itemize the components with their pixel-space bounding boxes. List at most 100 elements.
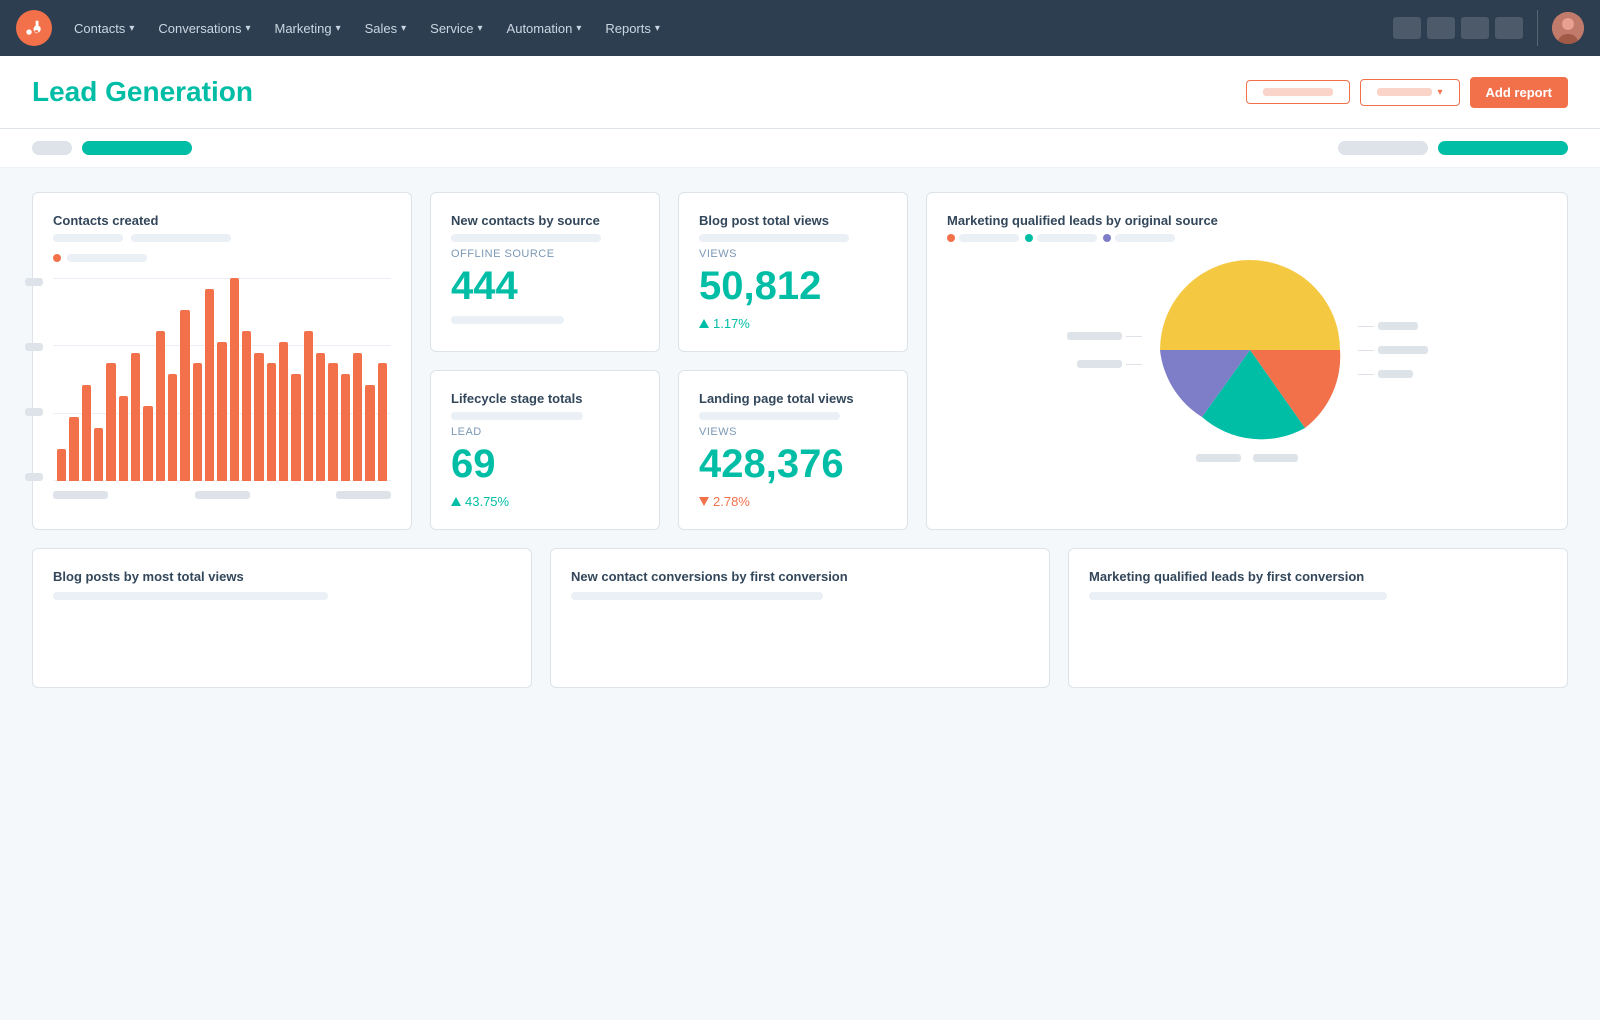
bar-15 [242, 331, 251, 481]
bar-26 [378, 363, 387, 481]
new-contacts-title: New contacts by source [451, 213, 639, 228]
bar-5 [119, 396, 128, 481]
trend-up-icon [451, 497, 461, 506]
bottom-card-conversions: New contact conversions by first convers… [550, 548, 1050, 688]
contacts-created-title: Contacts created [53, 213, 391, 228]
nav-icon-2[interactable] [1427, 17, 1455, 39]
pie-legend-item-3 [1103, 234, 1175, 242]
avatar[interactable] [1552, 12, 1584, 44]
blog-post-metric-label: VIEWS [699, 248, 887, 260]
x-labels [53, 491, 391, 499]
pie-legend-bar-2 [1037, 234, 1097, 242]
bar-20 [304, 331, 313, 481]
filter-right [1338, 141, 1568, 155]
new-contacts-metric-label: OFFLINE SOURCE [451, 248, 639, 260]
lifecycle-card: Lifecycle stage totals LEAD 69 43.75% [430, 370, 660, 530]
contacts-created-card: Contacts created [32, 192, 412, 530]
blog-post-change: 1.17% [699, 316, 887, 331]
pie-right-label-3 [1358, 370, 1413, 378]
legend-dot [53, 254, 61, 262]
skeleton-bar [571, 592, 823, 600]
bar-19 [291, 374, 300, 481]
bar-6 [131, 353, 140, 481]
navbar-divider [1537, 10, 1538, 46]
new-contacts-card: New contacts by source OFFLINE SOURCE 44… [430, 192, 660, 352]
bar-24 [353, 353, 362, 481]
bar-23 [341, 374, 350, 481]
legend-bar-3 [67, 254, 147, 262]
bar-17 [267, 363, 276, 481]
filter-bar [0, 129, 1600, 168]
blog-post-card: Blog post total views VIEWS 50,812 1.17% [678, 192, 908, 352]
x-label [336, 491, 391, 499]
skeleton-bar [451, 234, 601, 242]
pie-legend-item-2 [1025, 234, 1097, 242]
nav-marketing[interactable]: Marketing ▾ [264, 13, 350, 44]
y-label [25, 408, 43, 416]
nav-icon-3[interactable] [1461, 17, 1489, 39]
filter-pill-gray-2 [1338, 141, 1428, 155]
bottom-card-mql-conversion: Marketing qualified leads by first conve… [1068, 548, 1568, 688]
pie-dot-2 [1025, 234, 1033, 242]
pie-legend-bar-1 [959, 234, 1019, 242]
filter-pill-teal-1[interactable] [82, 141, 192, 155]
skeleton-bar-2 [451, 316, 564, 324]
skeleton-bar [699, 234, 849, 242]
bar-18 [279, 342, 288, 481]
nav-conversations[interactable]: Conversations ▾ [148, 13, 260, 44]
lifecycle-title: Lifecycle stage totals [451, 391, 639, 406]
nav-contacts[interactable]: Contacts ▾ [64, 13, 144, 44]
filter-pill-teal-2[interactable] [1438, 141, 1568, 155]
bottom-cards-grid: Blog posts by most total views New conta… [32, 548, 1568, 688]
skeleton-bar [53, 592, 328, 600]
blog-post-metric-value: 50,812 [699, 264, 887, 308]
chevron-down-icon: ▾ [655, 23, 660, 34]
y-labels [25, 278, 43, 481]
chevron-down-icon: ▾ [1438, 87, 1443, 98]
bottom-card-blog-posts: Blog posts by most total views [32, 548, 532, 688]
legend-bar-2 [131, 234, 231, 242]
skeleton-bar [1089, 592, 1387, 600]
nav-items: Contacts ▾ Conversations ▾ Marketing ▾ S… [64, 13, 1393, 44]
pie-labels-right [1358, 322, 1428, 378]
filter-button-1[interactable] [1246, 80, 1350, 104]
bottom-card-title-1: Blog posts by most total views [53, 569, 511, 584]
bar-12 [205, 289, 214, 481]
landing-page-change: 2.78% [699, 494, 887, 509]
nav-sales[interactable]: Sales ▾ [355, 13, 417, 44]
main-content: Contacts created [0, 168, 1600, 712]
bottom-card-title-2: New contact conversions by first convers… [571, 569, 1029, 584]
pie-dot-3 [1103, 234, 1111, 242]
x-label [195, 491, 250, 499]
nav-service[interactable]: Service ▾ [420, 13, 492, 44]
pie-legend-item-1 [947, 234, 1019, 242]
mql-card: Marketing qualified leads by original so… [926, 192, 1568, 530]
bar-16 [254, 353, 263, 481]
bar-chart [53, 278, 391, 501]
landing-page-metric-label: VIEWS [699, 426, 887, 438]
pie-dot-1 [947, 234, 955, 242]
filter-button-2[interactable]: ▾ [1360, 79, 1460, 106]
bar-7 [143, 406, 152, 481]
lifecycle-metric-label: LEAD [451, 426, 639, 438]
navbar-right [1393, 10, 1584, 46]
pie-left-label-1 [1067, 332, 1142, 340]
landing-page-metric-value: 428,376 [699, 442, 887, 486]
nav-icon-4[interactable] [1495, 17, 1523, 39]
middle-left-stacked: New contacts by source OFFLINE SOURCE 44… [430, 192, 660, 530]
x-label [53, 491, 108, 499]
add-report-button[interactable]: Add report [1470, 77, 1568, 108]
page-title: Lead Generation [32, 76, 253, 108]
bar-14 [230, 278, 239, 481]
bar-22 [328, 363, 337, 481]
nav-reports[interactable]: Reports ▾ [595, 13, 670, 44]
y-label [25, 278, 43, 286]
nav-icon-1[interactable] [1393, 17, 1421, 39]
y-label [25, 343, 43, 351]
hubspot-logo[interactable] [16, 10, 52, 46]
bar-13 [217, 342, 226, 481]
filter-left [32, 141, 192, 155]
bar-10 [180, 310, 189, 481]
nav-automation[interactable]: Automation ▾ [497, 13, 592, 44]
y-label [25, 473, 43, 481]
